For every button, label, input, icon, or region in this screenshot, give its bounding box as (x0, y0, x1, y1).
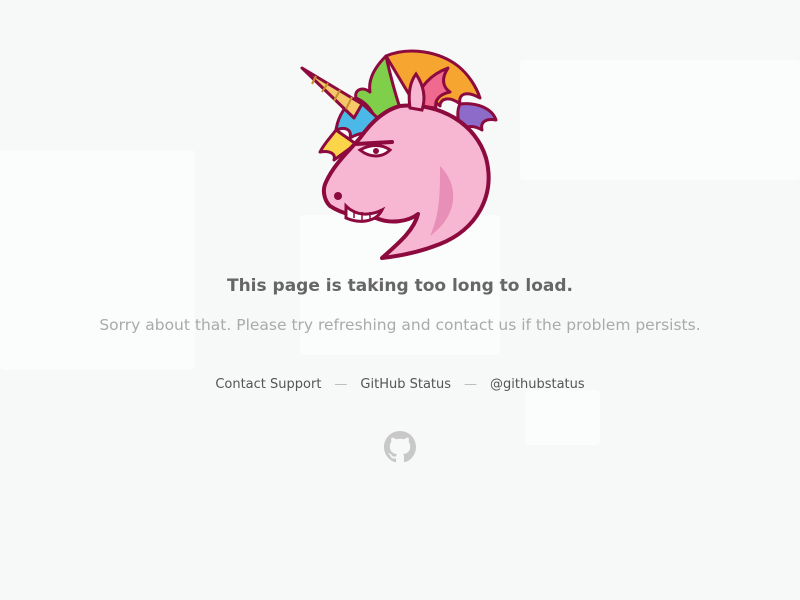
background-shape (520, 60, 800, 180)
link-separator: — (464, 377, 478, 392)
contact-support-link[interactable]: Contact Support (215, 377, 321, 392)
footer-links: Contact Support — GitHub Status — @githubsta… (0, 377, 800, 392)
unicorn-icon (300, 49, 498, 260)
githubstatus-twitter-link[interactable]: @githubstatus (490, 377, 585, 392)
error-message: Sorry about that. Please try refreshing … (99, 316, 701, 334)
error-title: This page is taking too long to load. (226, 276, 574, 296)
background-shape (525, 390, 600, 445)
github-status-link[interactable]: GitHub Status (360, 377, 451, 392)
github-octocat-icon[interactable] (384, 431, 416, 463)
background-shape (0, 150, 195, 370)
link-separator: — (334, 377, 348, 392)
